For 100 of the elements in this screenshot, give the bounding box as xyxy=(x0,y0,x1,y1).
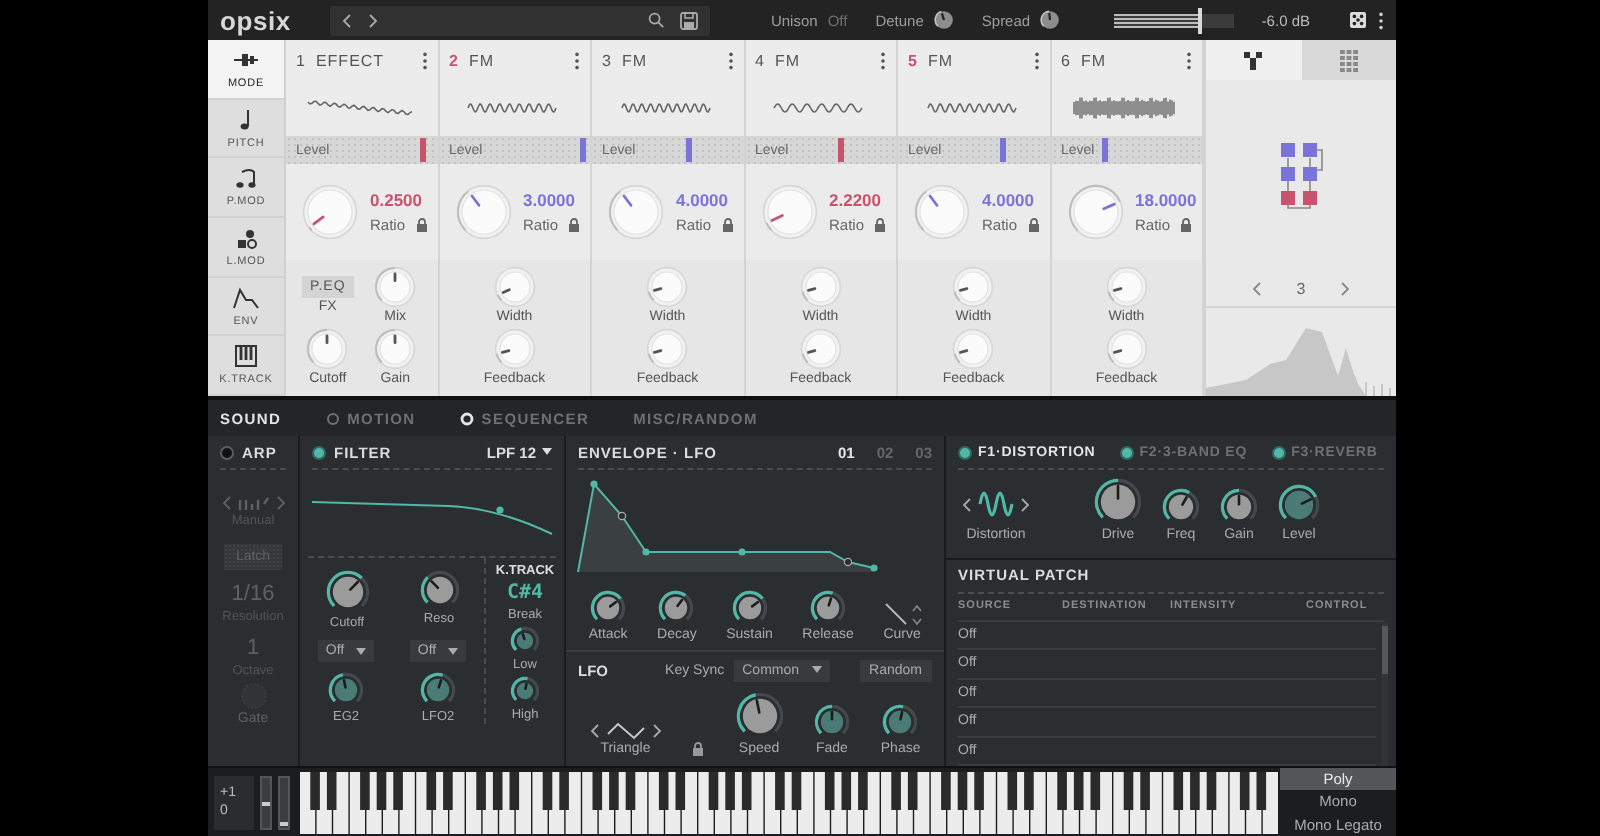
lock-icon xyxy=(692,742,705,756)
knob[interactable] xyxy=(510,626,540,656)
ratio-value[interactable]: 2.2200 xyxy=(829,190,887,210)
knob-value-arc[interactable] xyxy=(420,672,443,703)
level-marker[interactable] xyxy=(999,138,1006,162)
operator-type: FM xyxy=(468,51,495,69)
lock-icon xyxy=(1180,218,1193,232)
knob-value-arc[interactable] xyxy=(328,673,344,703)
app-logo: opsix xyxy=(220,5,291,35)
up-down-arrows-icon[interactable] xyxy=(911,603,922,625)
curve-shape-icon[interactable] xyxy=(883,602,908,626)
operator-number: 2 xyxy=(449,51,459,69)
knob-value-arc[interactable] xyxy=(954,290,962,302)
chevron-right-icon[interactable] xyxy=(1340,281,1351,295)
caret-icon[interactable] xyxy=(811,666,822,674)
more-icon[interactable] xyxy=(727,51,733,69)
more-icon[interactable] xyxy=(421,51,427,69)
knob[interactable] xyxy=(813,704,850,740)
ratio-value[interactable]: 18.0000 xyxy=(1135,190,1197,210)
caret-icon[interactable] xyxy=(542,448,552,456)
operator-number: 3 xyxy=(602,51,612,69)
mod-wheel[interactable] xyxy=(278,775,290,829)
chevron-right-icon[interactable] xyxy=(368,13,379,27)
ratio-value[interactable]: 4.0000 xyxy=(982,190,1040,210)
algorithm-view-tab[interactable] xyxy=(1206,40,1301,80)
more-icon[interactable] xyxy=(1033,51,1039,69)
knob-value-arc[interactable] xyxy=(510,676,528,701)
operator-type: FM xyxy=(774,51,801,69)
knob-value-arc[interactable] xyxy=(659,590,688,621)
knob[interactable] xyxy=(420,672,456,708)
lock-icon xyxy=(415,218,428,232)
knob-value-arc[interactable] xyxy=(510,627,522,651)
more-icon[interactable] xyxy=(1186,51,1192,69)
operator-number: 1 xyxy=(296,51,306,69)
ratio-value[interactable]: 4.0000 xyxy=(676,190,734,210)
lock-icon xyxy=(1027,218,1040,232)
knob[interactable] xyxy=(658,590,695,626)
chevron-right-icon[interactable] xyxy=(1020,497,1030,511)
piano-keyboard[interactable] xyxy=(300,772,1278,834)
knob-value-arc[interactable] xyxy=(307,329,329,364)
level-marker[interactable] xyxy=(685,138,692,162)
knob[interactable] xyxy=(882,704,919,740)
knob[interactable] xyxy=(933,10,954,30)
operator-number: 5 xyxy=(908,51,918,69)
more-icon[interactable] xyxy=(1378,11,1384,29)
knob-value-arc[interactable] xyxy=(814,704,833,735)
knob[interactable] xyxy=(1040,10,1061,30)
save-icon[interactable] xyxy=(680,11,699,29)
triangle-wave-icon xyxy=(605,722,646,740)
dice-icon[interactable] xyxy=(1350,12,1366,28)
knob-value-arc[interactable] xyxy=(1162,488,1190,520)
more-icon[interactable] xyxy=(880,51,886,69)
search-icon[interactable] xyxy=(648,12,665,28)
ratio-value[interactable]: 3.0000 xyxy=(523,190,581,210)
caret-icon[interactable] xyxy=(448,647,459,655)
pitch-wheel[interactable] xyxy=(260,775,272,829)
operator-type: FM xyxy=(621,51,648,69)
level-marker[interactable] xyxy=(420,138,427,162)
knob-value-arc[interactable] xyxy=(1094,478,1119,519)
knob[interactable] xyxy=(328,672,364,708)
chevron-left-icon[interactable] xyxy=(962,497,972,511)
knob-value-arc[interactable] xyxy=(648,290,656,302)
caret-icon[interactable] xyxy=(356,647,367,655)
chevron-right-icon[interactable] xyxy=(651,724,662,738)
knob-value-arc[interactable] xyxy=(648,352,656,364)
knob-value-arc[interactable] xyxy=(1220,488,1240,520)
knob-value-arc[interactable] xyxy=(419,576,428,604)
chevron-left-icon[interactable] xyxy=(589,724,600,738)
grid-icon xyxy=(1339,49,1358,71)
more-icon[interactable] xyxy=(574,51,580,69)
knob-value-arc[interactable] xyxy=(325,570,362,607)
knob-value-arc[interactable] xyxy=(375,329,397,364)
level-marker[interactable] xyxy=(838,138,845,162)
chevron-left-icon[interactable] xyxy=(1251,281,1262,295)
sidebar-tab-icon xyxy=(232,285,260,310)
knob-value-arc[interactable] xyxy=(735,693,756,733)
operator-number: 4 xyxy=(755,51,765,69)
level-marker[interactable] xyxy=(579,138,586,162)
lock-icon xyxy=(721,218,734,232)
knob-value-arc[interactable] xyxy=(934,10,942,27)
lock-icon xyxy=(568,218,581,232)
knob[interactable] xyxy=(810,590,847,626)
scrollbar-thumb[interactable] xyxy=(1382,625,1388,673)
algorithm-icon xyxy=(1244,51,1263,69)
break-note-value[interactable]: C#4 xyxy=(506,582,544,604)
sidebar-tab-icon xyxy=(232,225,260,250)
sidebar-tab-icon xyxy=(232,344,260,369)
knob-value-arc[interactable] xyxy=(810,590,834,621)
operator-type: FM xyxy=(1080,51,1107,69)
knob-value-arc[interactable] xyxy=(375,267,397,302)
knob-value-arc[interactable] xyxy=(883,704,904,735)
level-marker[interactable] xyxy=(1102,138,1109,162)
knob-value-arc[interactable] xyxy=(954,352,962,364)
algorithm-number: 3 xyxy=(1296,279,1306,297)
operator-type: EFFECT xyxy=(315,51,385,69)
chevron-left-icon[interactable] xyxy=(342,13,353,27)
knob-value-arc[interactable] xyxy=(1040,10,1051,27)
ratio-value[interactable]: 0.2500 xyxy=(370,190,428,210)
preset-browser-field[interactable] xyxy=(330,5,711,35)
knob[interactable] xyxy=(510,676,540,706)
